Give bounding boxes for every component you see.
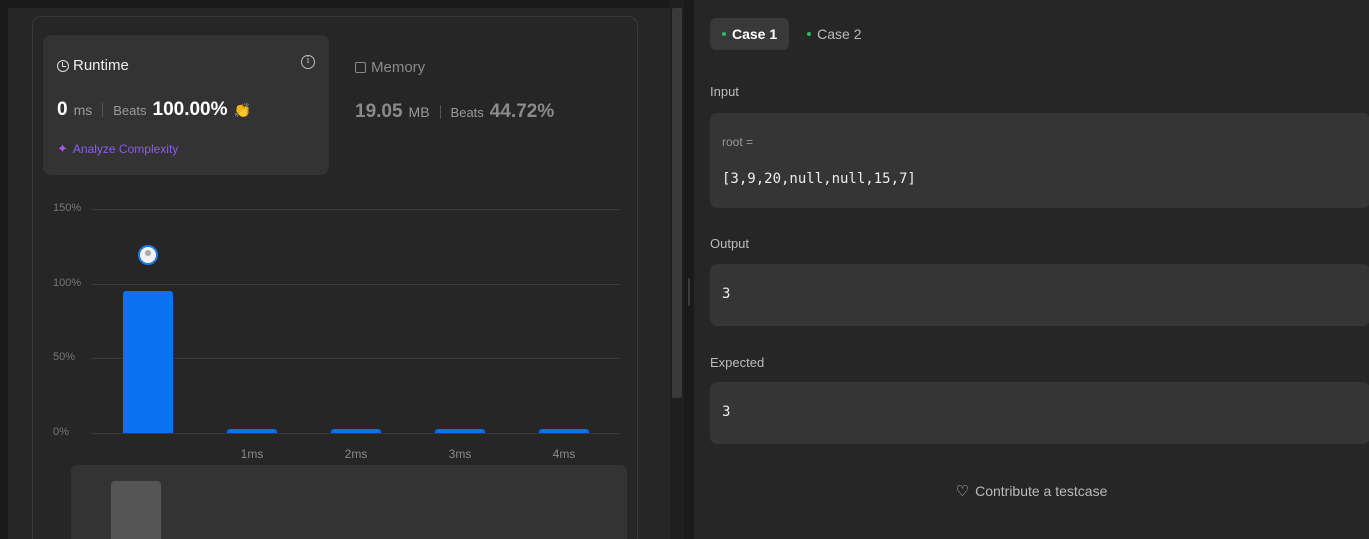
x-tick-label: 1ms <box>240 447 264 461</box>
memory-value: 19.05 MB Beats 44.72% <box>355 101 554 123</box>
runtime-distribution-chart: 150% 100% 50% 0% 1ms 2ms 3ms 4ms <box>33 197 639 467</box>
clap-icon: 👏 <box>233 102 251 118</box>
memory-number: 19.05 <box>355 101 403 122</box>
input-value: [3,9,20,null,null,15,7] <box>722 171 916 187</box>
gridline <box>91 433 619 434</box>
output-label: Output <box>710 236 750 251</box>
info-icon[interactable]: i <box>301 55 315 69</box>
clock-icon <box>57 59 69 72</box>
chart-bar[interactable] <box>331 428 381 433</box>
memory-title[interactable]: Memory <box>355 59 425 76</box>
gridline <box>91 209 619 210</box>
runtime-title: Runtime <box>57 57 129 74</box>
tab-label: Case 1 <box>732 26 778 42</box>
analyze-label: Analyze Complexity <box>72 142 179 156</box>
input-label: Input <box>710 84 739 99</box>
x-tick-label: 2ms <box>344 447 368 461</box>
tab-label: Case 2 <box>817 26 862 42</box>
tab-case-1[interactable]: Case 1 <box>710 18 790 50</box>
app-root: Runtime i 0 ms Beats 100.00% 👏 ✦ Analyze… <box>0 0 1369 539</box>
sparkle-icon: ✦ <box>57 141 68 156</box>
heart-icon: ♡ <box>955 483 970 500</box>
separator <box>439 105 441 119</box>
y-tick-label: 150% <box>53 202 82 214</box>
memory-beats-label: Beats <box>450 105 484 120</box>
x-tick-label: 4ms <box>552 447 576 461</box>
result-card: Runtime i 0 ms Beats 100.00% 👏 ✦ Analyze… <box>32 16 638 539</box>
gridline <box>91 283 619 285</box>
contribute-label: Contribute a testcase <box>975 483 1108 499</box>
tab-case-2[interactable]: Case 2 <box>795 18 873 50</box>
expected-box: 3 <box>710 382 1369 444</box>
x-tick-label: 3ms <box>448 447 472 461</box>
runtime-title-label: Runtime <box>73 57 129 74</box>
runtime-value: 0 ms Beats 100.00% 👏 <box>57 99 251 121</box>
input-variable-name: root = <box>722 135 754 149</box>
user-avatar-icon <box>138 245 158 266</box>
separator <box>102 103 104 117</box>
runtime-number: 0 <box>57 99 68 120</box>
y-tick-label: 0% <box>53 426 69 438</box>
chart-bar[interactable] <box>539 428 589 433</box>
pass-dot-icon <box>807 32 812 36</box>
runtime-beats-label: Beats <box>113 103 147 118</box>
left-panel: Runtime i 0 ms Beats 100.00% 👏 ✦ Analyze… <box>8 8 670 539</box>
memory-title-label: Memory <box>371 59 426 76</box>
y-tick-label: 100% <box>53 276 82 289</box>
chart-range-selector[interactable]: 1ms2ms3ms4ms <box>71 465 627 539</box>
testcase-panel: Case 1 Case 2 Input root = [3,9,20,null,… <box>694 0 1369 539</box>
pass-dot-icon <box>722 32 726 36</box>
output-box: 3 <box>710 264 1369 326</box>
chart-bar[interactable] <box>227 428 277 433</box>
range-selection-handle[interactable] <box>111 481 161 539</box>
runtime-box[interactable]: Runtime i 0 ms Beats 100.00% 👏 ✦ Analyze… <box>43 35 329 175</box>
runtime-unit: ms <box>73 102 93 118</box>
case-tabs: Case 1 Case 2 <box>710 18 874 50</box>
left-scrollbar[interactable] <box>672 8 682 398</box>
y-tick-label: 50% <box>53 351 76 364</box>
contribute-testcase-button[interactable]: ♡ Contribute a testcase <box>694 482 1369 500</box>
memory-chip-icon <box>355 62 366 73</box>
memory-unit: MB <box>408 104 430 120</box>
runtime-beats-value: 100.00% <box>152 99 228 120</box>
memory-beats-value: 44.72% <box>489 101 555 122</box>
chart-bar[interactable] <box>123 291 173 433</box>
expected-label: Expected <box>710 355 765 370</box>
output-value: 3 <box>722 286 731 302</box>
analyze-complexity-link[interactable]: ✦ Analyze Complexity <box>57 141 178 157</box>
chart-bar[interactable] <box>435 428 485 433</box>
resize-handle[interactable] <box>688 278 690 306</box>
expected-value: 3 <box>722 404 731 420</box>
input-box: root = [3,9,20,null,null,15,7] <box>710 113 1369 208</box>
